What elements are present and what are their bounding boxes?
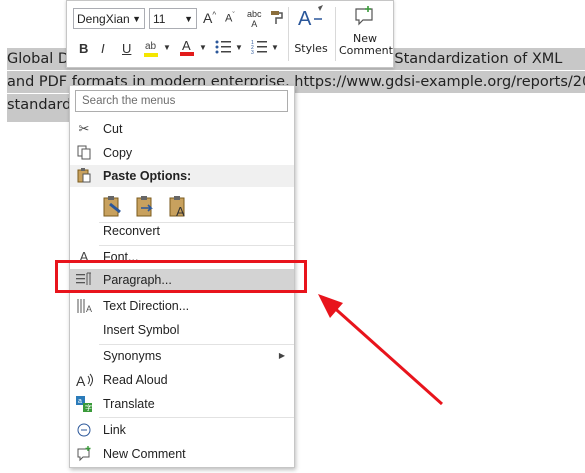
menu-item-copy[interactable]: Copy <box>70 142 294 164</box>
shrink-font-icon[interactable]: Aˇ <box>225 12 235 25</box>
paste-merge-formatting-icon[interactable] <box>135 194 157 222</box>
new-comment-icon <box>76 446 92 462</box>
clipboard-icon <box>76 168 92 184</box>
numbering-icon[interactable]: 123 <box>251 39 267 58</box>
svg-text:字: 字 <box>85 403 92 412</box>
svg-text:ab: ab <box>145 41 157 52</box>
menu-item-text-direction[interactable]: A Text Direction... <box>70 295 294 317</box>
svg-text:3: 3 <box>251 50 254 55</box>
menu-header-paste-options: Paste Options: <box>70 165 294 187</box>
font-size-dropdown[interactable]: 11 ▼ <box>149 8 197 29</box>
italic-button[interactable]: I <box>101 41 105 56</box>
new-comment-label-2: Comment <box>339 44 393 57</box>
mini-toolbar: DengXian ▼ 11 ▼ A^ Aˇ abc A B I U ab ▼ A … <box>66 0 394 68</box>
text-direction-label: Text Direction... <box>103 299 190 313</box>
paste-keep-formatting-icon[interactable] <box>102 194 124 222</box>
chevron-down-icon[interactable]: ▼ <box>235 43 243 52</box>
translate-label: Translate <box>103 397 155 411</box>
grow-font-icon[interactable]: A^ <box>203 10 216 26</box>
selected-text-line-3[interactable]: standardization <box>7 94 77 122</box>
cut-label: Cut <box>103 122 123 136</box>
menu-item-read-aloud[interactable]: A Read Aloud <box>70 369 294 391</box>
paste-options-row: A <box>102 194 190 220</box>
synonyms-label: Synonyms <box>103 349 162 363</box>
link-icon <box>76 422 92 438</box>
chevron-down-icon[interactable]: ▼ <box>271 43 279 52</box>
paste-options-label: Paste Options: <box>103 169 192 183</box>
menu-item-new-comment[interactable]: New Comment <box>70 443 294 465</box>
styles-icon: A <box>298 5 323 30</box>
bullets-icon[interactable] <box>215 39 231 58</box>
font-color-icon[interactable]: A <box>179 37 195 60</box>
menu-item-synonyms[interactable]: Synonyms ▶ <box>70 345 294 367</box>
svg-text:A: A <box>176 204 185 218</box>
menu-item-link[interactable]: Link <box>70 419 294 441</box>
paste-text-only-icon[interactable]: A <box>168 194 190 222</box>
highlight-icon[interactable]: ab <box>143 38 159 61</box>
svg-text:A: A <box>76 373 86 388</box>
menu-item-translate[interactable]: a字 Translate <box>70 393 294 415</box>
chevron-down-icon[interactable]: ▼ <box>163 43 171 52</box>
svg-text:A: A <box>298 8 312 30</box>
new-comment-label: New Comment <box>103 447 186 461</box>
svg-text:A: A <box>182 38 191 53</box>
font-name-value: DengXian <box>77 12 130 26</box>
new-comment-button[interactable]: New Comment <box>339 5 393 61</box>
font-name-dropdown[interactable]: DengXian ▼ <box>73 8 145 29</box>
reconvert-label: Reconvert <box>103 224 160 238</box>
format-painter-icon[interactable] <box>268 9 284 30</box>
underline-button[interactable]: U <box>122 41 131 56</box>
toolbar-divider <box>335 7 336 61</box>
svg-text:a: a <box>78 398 82 405</box>
menu-item-cut[interactable]: ✂ Cut <box>70 118 294 140</box>
styles-button[interactable]: A Styles <box>292 5 330 61</box>
link-label: Link <box>103 423 126 437</box>
chevron-down-icon: ▼ <box>132 14 141 24</box>
translate-icon: a字 <box>76 396 92 412</box>
insert-symbol-label: Insert Symbol <box>103 323 180 337</box>
svg-text:A: A <box>86 304 92 314</box>
new-comment-icon <box>355 6 373 26</box>
menu-divider <box>99 417 294 418</box>
read-aloud-icon: A <box>76 372 93 389</box>
copy-label: Copy <box>103 146 133 160</box>
menu-item-insert-symbol[interactable]: Insert Symbol <box>70 319 294 341</box>
read-aloud-label: Read Aloud <box>103 373 168 387</box>
search-placeholder: Search the menus <box>82 95 176 107</box>
styles-label: Styles <box>294 42 328 55</box>
annotation-highlight-box <box>55 260 307 293</box>
submenu-arrow-icon: ▶ <box>278 351 285 360</box>
text-line-3: standardization <box>7 97 77 113</box>
menu-item-reconvert[interactable]: Reconvert <box>70 220 294 242</box>
scissors-icon: ✂ <box>78 121 90 136</box>
bold-button[interactable]: B <box>79 41 88 56</box>
chevron-down-icon: ▼ <box>184 14 193 24</box>
copy-icon <box>76 145 92 161</box>
change-case-icon[interactable]: abc A <box>247 9 262 29</box>
menu-search-input[interactable]: Search the menus <box>75 90 288 112</box>
chevron-down-icon[interactable]: ▼ <box>199 43 207 52</box>
toolbar-divider <box>288 7 289 61</box>
text-direction-icon: A <box>76 298 92 314</box>
font-size-value: 11 <box>153 12 166 26</box>
